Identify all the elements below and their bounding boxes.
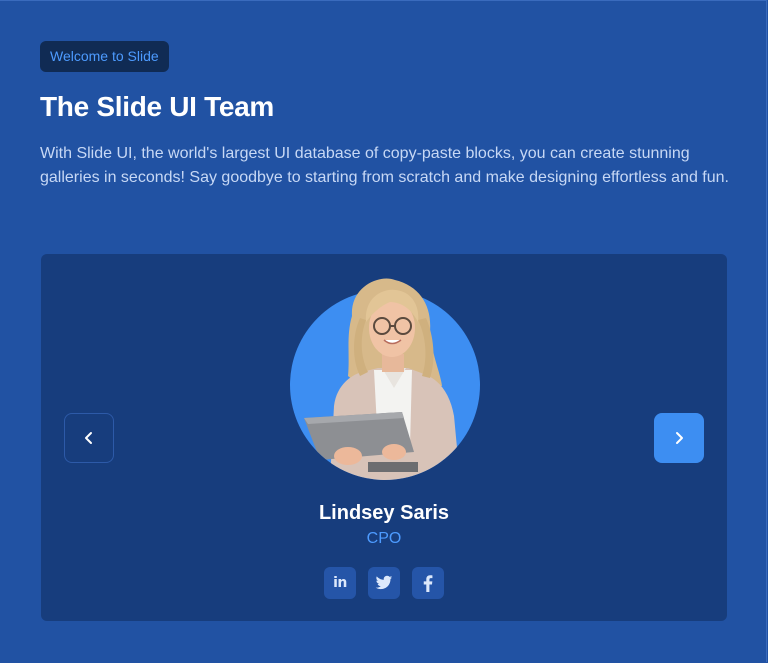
team-member-photo xyxy=(290,276,480,480)
previous-slide-button[interactable] xyxy=(64,413,114,463)
member-name: Lindsey Saris xyxy=(318,502,450,524)
facebook-icon xyxy=(423,574,433,592)
member-role: CPO xyxy=(366,530,402,547)
page-description: With Slide UI, the world's largest UI da… xyxy=(40,145,729,186)
facebook-link[interactable] xyxy=(412,567,444,599)
linkedin-link[interactable]: in xyxy=(324,567,356,599)
person-illustration xyxy=(304,278,460,480)
next-slide-button[interactable] xyxy=(654,413,704,463)
twitter-link[interactable] xyxy=(368,567,400,599)
chevron-left-icon xyxy=(85,432,92,444)
chevron-right-icon xyxy=(676,432,683,444)
team-carousel-card: Lindsey Saris CPO in xyxy=(41,254,727,621)
twitter-icon xyxy=(375,575,393,590)
welcome-badge: Welcome to Slide xyxy=(40,41,169,72)
social-links: in xyxy=(324,567,444,599)
page-title: The Slide UI Team xyxy=(40,91,274,122)
linkedin-icon: in xyxy=(333,575,347,591)
